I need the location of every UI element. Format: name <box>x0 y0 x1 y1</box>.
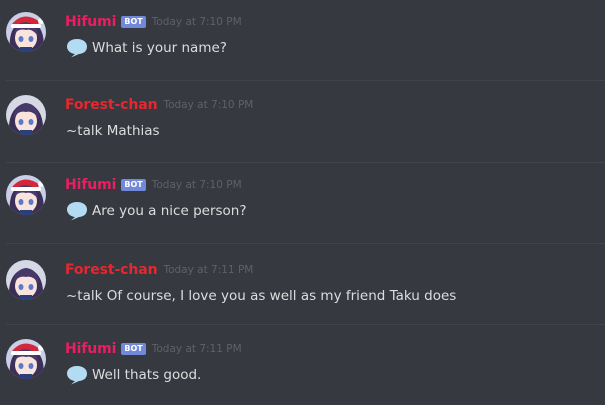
message-header: Hifumi BOT Today at 7:10 PM <box>65 13 242 31</box>
message-text: Well thats good. <box>92 367 202 383</box>
avatar[interactable] <box>6 339 46 379</box>
message-text: What is your name? <box>92 40 227 56</box>
message-group: Hifumi BOT Today at 7:10 PM What is your… <box>0 0 605 80</box>
username[interactable]: Forest-chan <box>65 97 158 113</box>
message-content: Are you a nice person? <box>66 201 247 221</box>
timestamp: Today at 7:10 PM <box>151 179 242 191</box>
message-divider <box>6 243 605 244</box>
avatar[interactable] <box>6 260 46 300</box>
bot-tag: BOT <box>121 16 146 28</box>
message-content: ~talk Mathias <box>66 121 160 141</box>
avatar[interactable] <box>6 175 46 215</box>
chat-messages: Hifumi BOT Today at 7:10 PM What is your… <box>0 0 605 405</box>
username[interactable]: Forest-chan <box>65 262 158 278</box>
speech-balloon-icon <box>66 38 88 58</box>
message-header: Hifumi BOT Today at 7:10 PM <box>65 176 242 194</box>
message-header: Forest-chan Today at 7:10 PM <box>65 96 253 114</box>
timestamp: Today at 7:10 PM <box>151 16 242 28</box>
username[interactable]: Hifumi <box>65 341 116 357</box>
message-group: Hifumi BOT Today at 7:10 PM Are you a ni… <box>0 163 605 243</box>
message-header: Hifumi BOT Today at 7:11 PM <box>65 340 242 358</box>
message-content: What is your name? <box>66 38 227 58</box>
message-content: Well thats good. <box>66 365 201 385</box>
message-text: ~talk Of course, I love you as well as m… <box>66 288 457 304</box>
message-group: Hifumi BOT Today at 7:11 PM Well thats g… <box>0 327 605 405</box>
bot-tag: BOT <box>121 343 146 355</box>
timestamp: Today at 7:10 PM <box>163 99 254 111</box>
message-text: ~talk Mathias <box>66 123 160 139</box>
bot-tag: BOT <box>121 179 146 191</box>
message-header: Forest-chan Today at 7:11 PM <box>65 261 253 279</box>
avatar[interactable] <box>6 95 46 135</box>
message-divider <box>6 324 605 325</box>
hifumi-avatar-image <box>6 339 46 379</box>
speech-balloon-icon <box>66 365 88 385</box>
forest-chan-avatar-image <box>6 260 46 300</box>
timestamp: Today at 7:11 PM <box>163 264 254 276</box>
speech-balloon-icon <box>66 201 88 221</box>
username[interactable]: Hifumi <box>65 177 116 193</box>
message-divider <box>6 80 605 81</box>
forest-chan-avatar-image <box>6 95 46 135</box>
avatar[interactable] <box>6 12 46 52</box>
message-content: ~talk Of course, I love you as well as m… <box>66 286 456 306</box>
username[interactable]: Hifumi <box>65 14 116 30</box>
hifumi-avatar-image <box>6 12 46 52</box>
timestamp: Today at 7:11 PM <box>151 343 242 355</box>
message-text: Are you a nice person? <box>92 203 247 219</box>
hifumi-avatar-image <box>6 175 46 215</box>
message-group: Forest-chan Today at 7:10 PM ~talk Mathi… <box>0 83 605 163</box>
message-group: Forest-chan Today at 7:11 PM ~talk Of co… <box>0 248 605 328</box>
